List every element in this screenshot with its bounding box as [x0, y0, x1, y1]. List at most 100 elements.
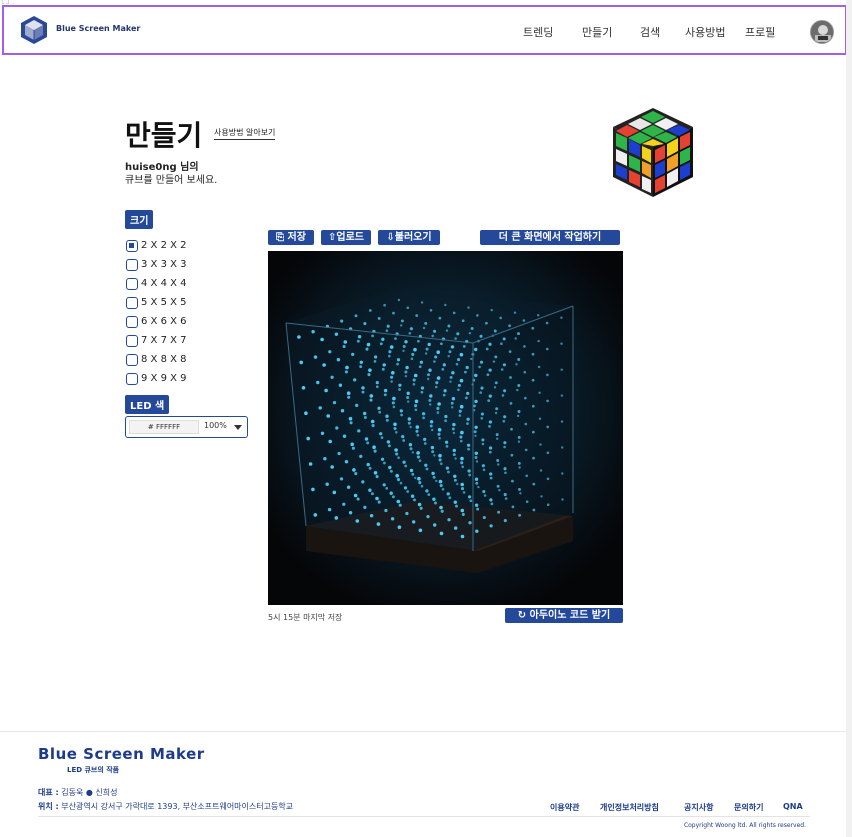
led-dot [560, 368, 563, 371]
checkbox-checked-icon[interactable] [126, 239, 138, 252]
brand-name[interactable]: Blue Screen Maker [56, 24, 140, 33]
led-dot [468, 332, 472, 335]
led-hex-input[interactable]: # FFFFFF [129, 420, 199, 434]
led-dot [394, 448, 398, 452]
led-color-picker[interactable]: # FFFFFF 100% [125, 416, 248, 438]
loc-label: 위치 : [38, 802, 59, 811]
led-dot [480, 412, 484, 416]
led-dot [417, 339, 420, 343]
guide-link[interactable]: 사용방법 알아보기 [214, 127, 276, 140]
led-dot [379, 432, 383, 436]
footer-link-terms[interactable]: 이용약관 [550, 802, 579, 813]
led-dot [359, 365, 363, 369]
led-dot [380, 457, 385, 461]
footer-link-contact[interactable]: 문의하기 [734, 802, 763, 813]
upload-button[interactable]: ⇧업로드 [321, 230, 371, 245]
size-option-2[interactable]: 2 X 2 X 2 [126, 236, 187, 255]
led-dot [370, 419, 375, 424]
size-option-3[interactable]: 3 X 3 X 3 [126, 255, 187, 274]
load-button[interactable]: ⇩불러오기 [378, 230, 440, 245]
led-dot [414, 404, 418, 408]
led-dot [560, 394, 564, 397]
led-dot [442, 363, 446, 367]
checkbox-icon[interactable] [126, 277, 138, 290]
led-dot [504, 471, 507, 475]
led-dot [395, 473, 399, 478]
led-dot [503, 519, 507, 523]
led-dot [370, 492, 374, 496]
led-dot [348, 416, 353, 421]
checkbox-icon[interactable] [126, 315, 138, 328]
led-dot [373, 471, 378, 475]
led-dot [517, 435, 521, 439]
led-dot [531, 404, 535, 408]
led-dot [327, 507, 332, 512]
led-dot [478, 365, 481, 369]
led-dot [452, 453, 456, 457]
led-dot [459, 435, 463, 439]
led-dot [447, 518, 451, 522]
led-dot [380, 436, 384, 439]
led-dot [465, 365, 469, 370]
nav-trending[interactable]: 트렌딩 [523, 24, 553, 40]
led-dot [369, 394, 374, 398]
led-dot [337, 451, 341, 456]
page-scrollbar[interactable] [846, 0, 852, 837]
led-dot [459, 378, 464, 383]
led-dot [485, 347, 489, 351]
led-dot [474, 503, 479, 507]
checkbox-icon[interactable] [126, 258, 138, 271]
nav-search[interactable]: 검색 [640, 24, 660, 40]
led-dot [332, 400, 337, 405]
led-dot [408, 442, 413, 447]
led-dot [432, 523, 437, 527]
user-avatar[interactable] [810, 20, 834, 44]
size-option-7[interactable]: 7 X 7 X 7 [126, 331, 187, 350]
led-dot [434, 385, 438, 389]
cube-logo-icon[interactable] [20, 15, 48, 45]
footer-link-notice[interactable]: 공지사항 [684, 802, 713, 813]
led-dot [514, 337, 517, 340]
size-option-5[interactable]: 5 X 5 X 5 [126, 293, 187, 312]
size-label: 9 X 9 X 9 [141, 373, 187, 384]
size-option-8[interactable]: 8 X 8 X 8 [126, 350, 187, 369]
size-label: 5 X 5 X 5 [141, 297, 187, 308]
led-dot [385, 414, 389, 418]
footer-link-qna[interactable]: QNA [783, 802, 803, 811]
led-dot [437, 428, 442, 432]
nav-howto[interactable]: 사용방법 [685, 24, 725, 40]
led-cube-preview[interactable] [268, 251, 623, 605]
led-dot [405, 511, 409, 516]
led-dot [411, 451, 415, 454]
save-button[interactable]: ⎘ 저장 [268, 230, 314, 245]
led-dot [448, 350, 452, 354]
nav-profile[interactable]: 프로필 [745, 24, 775, 40]
led-dot [518, 513, 522, 517]
led-dot [399, 409, 403, 413]
led-dot [437, 402, 441, 406]
checkbox-icon[interactable] [126, 334, 138, 347]
chevron-down-icon[interactable] [234, 425, 242, 430]
size-option-6[interactable]: 6 X 6 X 6 [126, 312, 187, 331]
led-dot [560, 420, 564, 423]
size-option-9[interactable]: 9 X 9 X 9 [126, 369, 187, 388]
led-dot [474, 399, 478, 404]
led-dot [502, 419, 506, 423]
led-dot [449, 380, 452, 383]
checkbox-icon[interactable] [126, 372, 138, 385]
led-dot [503, 441, 507, 445]
footer-link-privacy[interactable]: 개인정보처리방침 [600, 802, 659, 813]
bigger-screen-button[interactable]: 더 큰 화면에서 작업하기 [480, 230, 620, 245]
led-dot [427, 342, 431, 347]
led-dot [431, 471, 435, 476]
led-dot [481, 438, 485, 442]
nav-create[interactable]: 만들기 [582, 24, 612, 40]
checkbox-icon[interactable] [126, 296, 138, 309]
checkbox-icon[interactable] [126, 353, 138, 366]
arduino-code-button[interactable]: ↻ 아두이노 코드 받기 [505, 608, 623, 623]
led-dot [387, 444, 391, 448]
led-opacity-value[interactable]: 100% [204, 421, 227, 430]
size-option-4[interactable]: 4 X 4 X 4 [126, 274, 187, 293]
led-dot [499, 316, 502, 320]
led-dot [502, 363, 506, 367]
